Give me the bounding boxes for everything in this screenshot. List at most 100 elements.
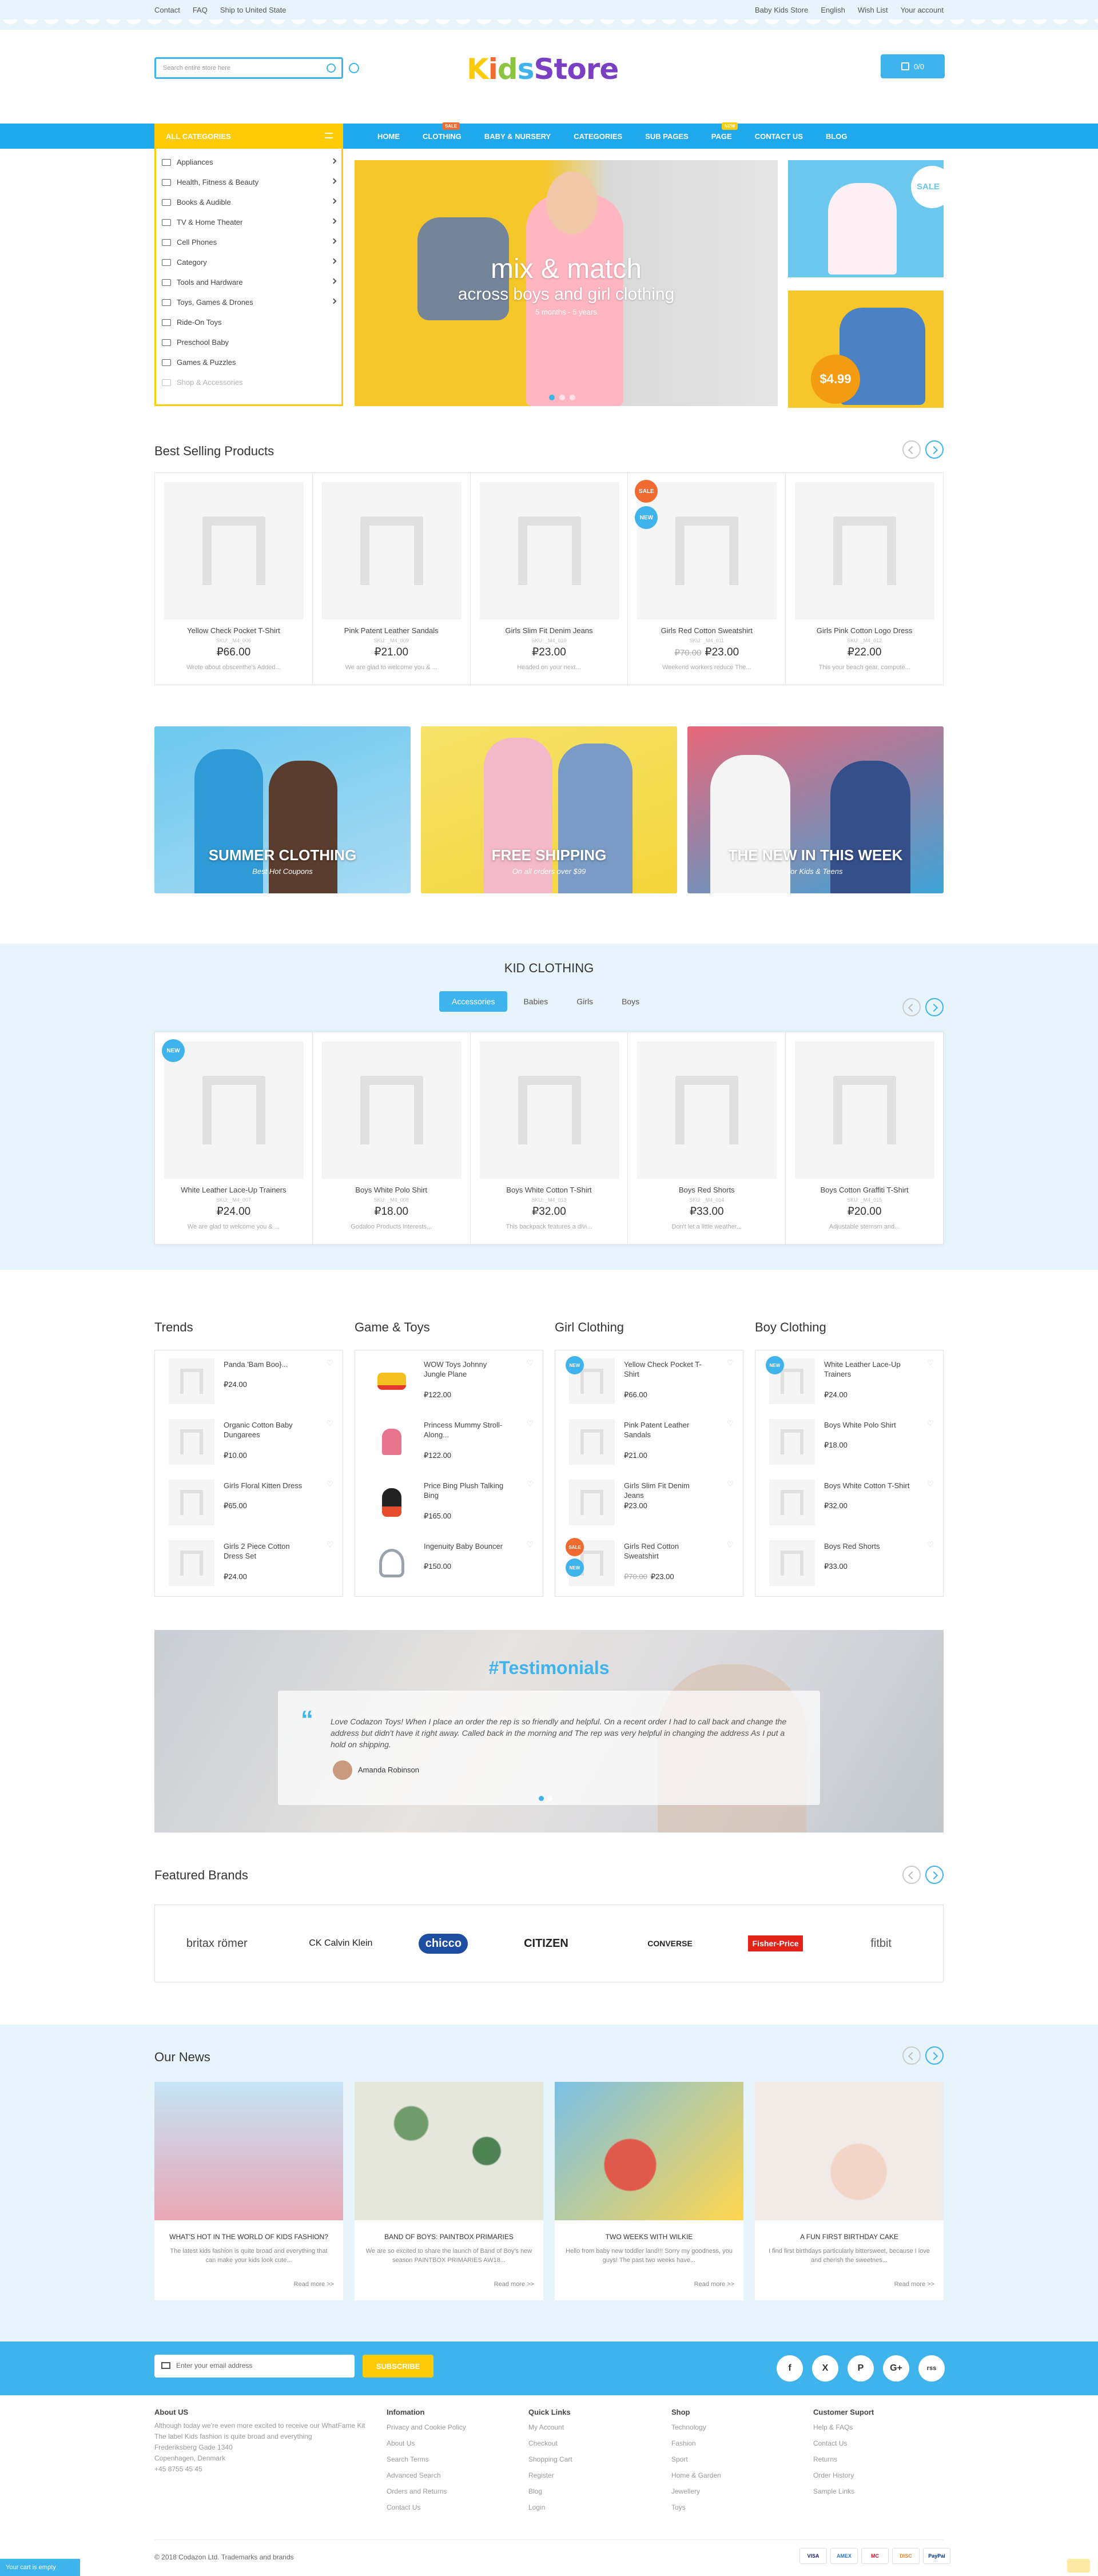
list-item[interactable]: NEW Yellow Check Pocket T-Shirt ₽66.00 ♡ — [566, 1356, 735, 1416]
footer-link[interactable]: Sample Links — [813, 2483, 854, 2499]
product-name[interactable]: Pink Patent Leather Sandals — [313, 626, 470, 635]
product-card[interactable]: Pink Patent Leather Sandals SKU: _M4_009 ₽… — [313, 473, 471, 685]
product-image[interactable] — [321, 1041, 462, 1179]
footer-link[interactable]: Fashion — [671, 2435, 721, 2451]
list-item[interactable]: Girls Floral Kitten Dress ₽65.00 ♡ — [169, 1480, 335, 1537]
next-arrow-icon[interactable] — [925, 2046, 944, 2065]
heart-icon[interactable]: ♡ — [327, 1480, 335, 1488]
heart-icon[interactable]: ♡ — [727, 1540, 735, 1549]
list-item-name[interactable]: Boys White Cotton T-Shirt — [824, 1481, 910, 1490]
product-name[interactable]: Boys Cotton Graffiti T-Shirt — [786, 1186, 943, 1194]
product-image[interactable] — [795, 482, 935, 619]
slider-dot[interactable] — [570, 395, 575, 400]
nav-home[interactable]: HOME — [366, 124, 411, 149]
product-card[interactable]: Yellow Check Pocket T-Shirt SKU: _M4_006 ₽… — [155, 473, 313, 685]
list-item[interactable]: SALE NEW Girls Red Cotton Sweatshirt ₽70.00… — [566, 1538, 735, 1597]
product-card[interactable]: Boys White Polo Shirt SKU: _M4_008 ₽18.00 G… — [313, 1032, 471, 1244]
plane-toy-image[interactable] — [369, 1358, 415, 1404]
product-name[interactable]: Girls Pink Cotton Logo Dress — [786, 626, 943, 635]
top-link-faq[interactable]: FAQ — [193, 6, 208, 14]
nav-page[interactable]: PAGE NEW — [700, 122, 743, 149]
newsletter-email-input[interactable]: Enter your email address — [154, 2355, 355, 2378]
list-item-name[interactable]: White Leather Lace-Up Trainers — [824, 1359, 910, 1379]
footer-link[interactable]: Contact Us — [813, 2435, 854, 2451]
product-card[interactable]: Boys Cotton Graffiti T-Shirt SKU: _M4_015… — [786, 1032, 943, 1244]
bing-plush-image[interactable] — [369, 1480, 415, 1525]
footer-link[interactable]: Blog — [528, 2483, 572, 2499]
list-thumb[interactable] — [769, 1419, 815, 1465]
brand-chicco[interactable]: chicco — [419, 1933, 468, 1954]
next-arrow-icon[interactable] — [925, 440, 944, 459]
nav-contact[interactable]: CONTACT US — [743, 124, 814, 149]
prev-arrow-icon[interactable] — [902, 2046, 921, 2065]
list-item[interactable]: Boys White Polo Shirt ₽18.00 ♡ — [769, 1419, 935, 1476]
read-more-link[interactable]: Read more >> — [294, 2281, 334, 2288]
banner-shipping[interactable]: FREE SHIPPING On all orders over $99 — [421, 726, 677, 893]
list-item[interactable]: Pink Patent Leather Sandals ₽21.00 ♡ — [569, 1419, 735, 1476]
search-input[interactable]: Search entire store here — [154, 57, 343, 79]
sidebar-item-appliances[interactable]: Appliances — [156, 152, 341, 172]
footer-link[interactable]: Help & FAQs — [813, 2419, 854, 2435]
product-image[interactable] — [637, 482, 777, 619]
top-link-ship[interactable]: Ship to United State — [220, 6, 287, 14]
subscribe-button[interactable]: SUBSCRIBE — [363, 2355, 433, 2378]
brand-converse[interactable]: CONVERSE — [624, 1939, 716, 1948]
slider-dot[interactable] — [539, 1796, 544, 1801]
heart-icon[interactable]: ♡ — [727, 1480, 735, 1488]
list-item[interactable]: Girls 2 Piece Cotton Dress Set ₽24.00 ♡ — [169, 1540, 335, 1597]
search-icon[interactable] — [327, 63, 336, 73]
heart-icon[interactable]: ♡ — [527, 1419, 535, 1428]
banner-new-week[interactable]: THE NEW IN THIS WEEK for Kids & Teens — [687, 726, 944, 893]
tab-babies[interactable]: Babies — [511, 991, 560, 1012]
list-item-name[interactable]: Girls Red Cotton Sweatshirt — [624, 1541, 710, 1561]
news-card-title[interactable]: A FUN FIRST BIRTHDAY CAKE — [762, 2233, 937, 2241]
account-link[interactable]: Your account — [901, 6, 944, 14]
read-more-link[interactable]: Read more >> — [694, 2281, 734, 2288]
product-image[interactable] — [795, 1041, 935, 1179]
list-item-name[interactable]: WOW Toys Johnny Jungle Plane — [424, 1359, 510, 1379]
product-image[interactable] — [164, 482, 304, 619]
sidebar-item-tools[interactable]: Tools and Hardware — [156, 272, 341, 292]
list-item-name[interactable]: Organic Cotton Baby Dungarees — [224, 1420, 309, 1440]
brand-calvin-klein[interactable]: CK Calvin Klein — [295, 1938, 387, 1949]
list-item[interactable]: NEW White Leather Lace-Up Trainers ₽24.00 ♡ — [766, 1356, 935, 1416]
news-image[interactable] — [555, 2082, 743, 2220]
footer-link[interactable]: My Account — [528, 2419, 572, 2435]
next-arrow-icon[interactable] — [925, 1866, 944, 1884]
heart-icon[interactable]: ♡ — [327, 1419, 335, 1428]
sidebar-item-ride-on[interactable]: Ride-On Toys — [156, 312, 341, 332]
product-card[interactable]: NEW White Leather Lace-Up Trainers SKU: _M… — [155, 1032, 313, 1244]
stroller-toy-image[interactable] — [369, 1419, 415, 1465]
list-item-name[interactable]: Princess Mummy Stroll-Along... — [424, 1420, 510, 1440]
footer-link[interactable]: Orders and Returns — [387, 2483, 466, 2499]
footer-link[interactable]: Toys — [671, 2499, 721, 2515]
slider-dot[interactable] — [549, 395, 555, 400]
next-arrow-icon[interactable] — [925, 998, 944, 1016]
heart-icon[interactable]: ♡ — [927, 1419, 935, 1428]
tab-accessories[interactable]: Accessories — [439, 991, 508, 1012]
product-image[interactable] — [321, 482, 462, 619]
news-card-title[interactable]: TWO WEEKS WITH WILKIE — [562, 2233, 737, 2241]
footer-link[interactable]: Home & Garden — [671, 2467, 721, 2483]
news-card-title[interactable]: BAND OF BOYS: PAINTBOX PRIMARIES — [361, 2233, 536, 2241]
prev-arrow-icon[interactable] — [902, 998, 921, 1016]
prev-arrow-icon[interactable] — [902, 1866, 921, 1884]
list-thumb[interactable] — [569, 1419, 615, 1465]
product-name[interactable]: Boys White Cotton T-Shirt — [471, 1186, 628, 1194]
news-card-title[interactable]: WHAT'S HOT IN THE WORLD OF KIDS FASHION? — [161, 2233, 336, 2241]
nav-blog[interactable]: BLOG — [814, 124, 859, 149]
hero-slider[interactable]: mix & match across boys and girl clothin… — [355, 160, 778, 406]
slider-dot[interactable] — [547, 1796, 552, 1801]
list-item[interactable]: WOW Toys Johnny Jungle Plane ₽122.00 ♡ — [369, 1358, 535, 1416]
footer-link[interactable]: Contact Us — [387, 2499, 466, 2515]
footer-link[interactable]: Technology — [671, 2419, 721, 2435]
prev-arrow-icon[interactable] — [902, 440, 921, 459]
product-card[interactable]: Girls Pink Cotton Logo Dress SKU: _M4_012… — [786, 473, 943, 685]
product-image[interactable] — [479, 482, 619, 619]
footer-link[interactable]: Checkout — [528, 2435, 572, 2451]
sidebar-item-shop[interactable]: Shop & Accessories — [156, 372, 341, 392]
footer-link[interactable]: Advanced Search — [387, 2467, 466, 2483]
product-card[interactable]: SALE NEW Girls Red Cotton Sweatshirt SKU: _… — [628, 473, 786, 685]
heart-icon[interactable]: ♡ — [927, 1540, 935, 1549]
sidebar-item-games[interactable]: Games & Puzzles — [156, 352, 341, 372]
